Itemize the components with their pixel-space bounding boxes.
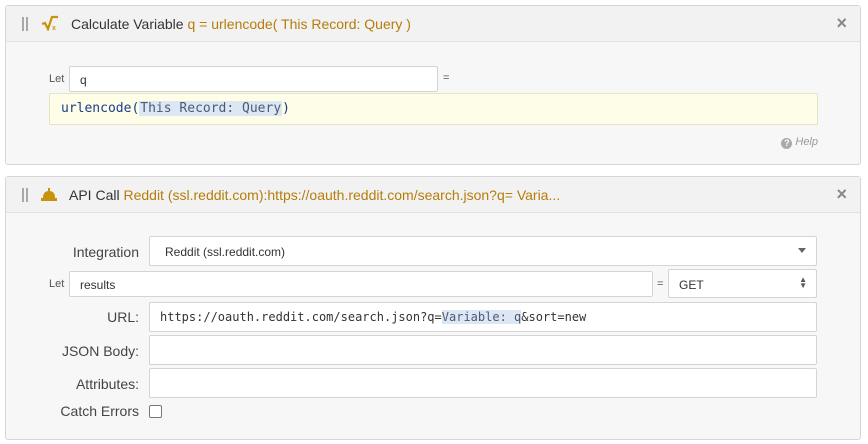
catch-errors-label: Catch Errors — [60, 403, 139, 419]
calculate-variable-title: Calculate Variable q = urlencode( This R… — [71, 16, 411, 32]
let-label: Let — [49, 278, 65, 290]
integration-value: Reddit (ssl.reddit.com) — [165, 245, 286, 259]
formula-close-paren: ) — [282, 101, 290, 116]
close-calculate-button[interactable]: × — [836, 14, 847, 32]
url-label: URL: — [107, 309, 139, 325]
help-link[interactable]: ? Help — [781, 136, 818, 149]
title-prefix: API Call — [69, 187, 120, 203]
method-select[interactable]: GET ▲ ▼ — [668, 269, 817, 298]
attributes-label: Attributes: — [75, 376, 139, 392]
integration-select[interactable]: Reddit (ssl.reddit.com) — [149, 236, 817, 266]
variable-name-input[interactable]: q — [69, 66, 438, 92]
title-prefix: Calculate Variable — [71, 16, 184, 32]
calculate-variable-panel: x Calculate Variable q = urlencode( This… — [5, 5, 861, 165]
drag-handle-icon[interactable] — [22, 17, 28, 31]
chevron-down-icon — [798, 248, 806, 253]
equals-sign: = — [657, 278, 664, 290]
equals-sign: = — [443, 72, 450, 84]
integration-label: Integration — [72, 244, 139, 260]
json-body-label: JSON Body: — [61, 343, 139, 359]
formula-editor[interactable]: urlencode(This Record: Query) — [49, 93, 818, 125]
let-label: Let — [49, 73, 65, 85]
url-input[interactable]: https://oauth.reddit.com/search.json?q=V… — [149, 302, 817, 332]
api-call-title: API Call Reddit (ssl.reddit.com):https:/… — [69, 187, 560, 203]
close-api-call-button[interactable]: × — [836, 185, 847, 203]
url-text-after: &sort=new — [521, 310, 587, 324]
url-variable-token[interactable]: Variable: q — [441, 310, 522, 324]
square-root-icon: x — [41, 15, 59, 34]
help-label: Help — [795, 136, 818, 148]
title-detail: q = urlencode( This Record: Query ) — [187, 16, 411, 32]
attributes-input[interactable] — [149, 368, 817, 398]
calculate-variable-header: x Calculate Variable q = urlencode( This… — [6, 6, 860, 42]
bell-icon — [41, 188, 57, 205]
help-icon: ? — [781, 138, 793, 149]
title-detail: Reddit (ssl.reddit.com):https://oauth.re… — [123, 187, 561, 203]
api-call-panel: API Call Reddit (ssl.reddit.com):https:/… — [5, 176, 861, 440]
catch-errors-checkbox[interactable] — [149, 405, 162, 418]
up-down-arrows-icon: ▲ ▼ — [799, 275, 807, 290]
formula-function: urlencode — [61, 101, 132, 116]
api-call-header: API Call Reddit (ssl.reddit.com):https:/… — [6, 177, 860, 213]
drag-handle-icon[interactable] — [22, 188, 28, 202]
method-value: GET — [679, 278, 704, 292]
json-body-input[interactable] — [149, 335, 817, 365]
result-variable-input[interactable]: results — [69, 271, 653, 297]
url-text-before: https://oauth.reddit.com/search.json?q= — [160, 310, 442, 324]
formula-field-token[interactable]: This Record: Query — [139, 101, 283, 116]
svg-text:x: x — [52, 25, 56, 31]
